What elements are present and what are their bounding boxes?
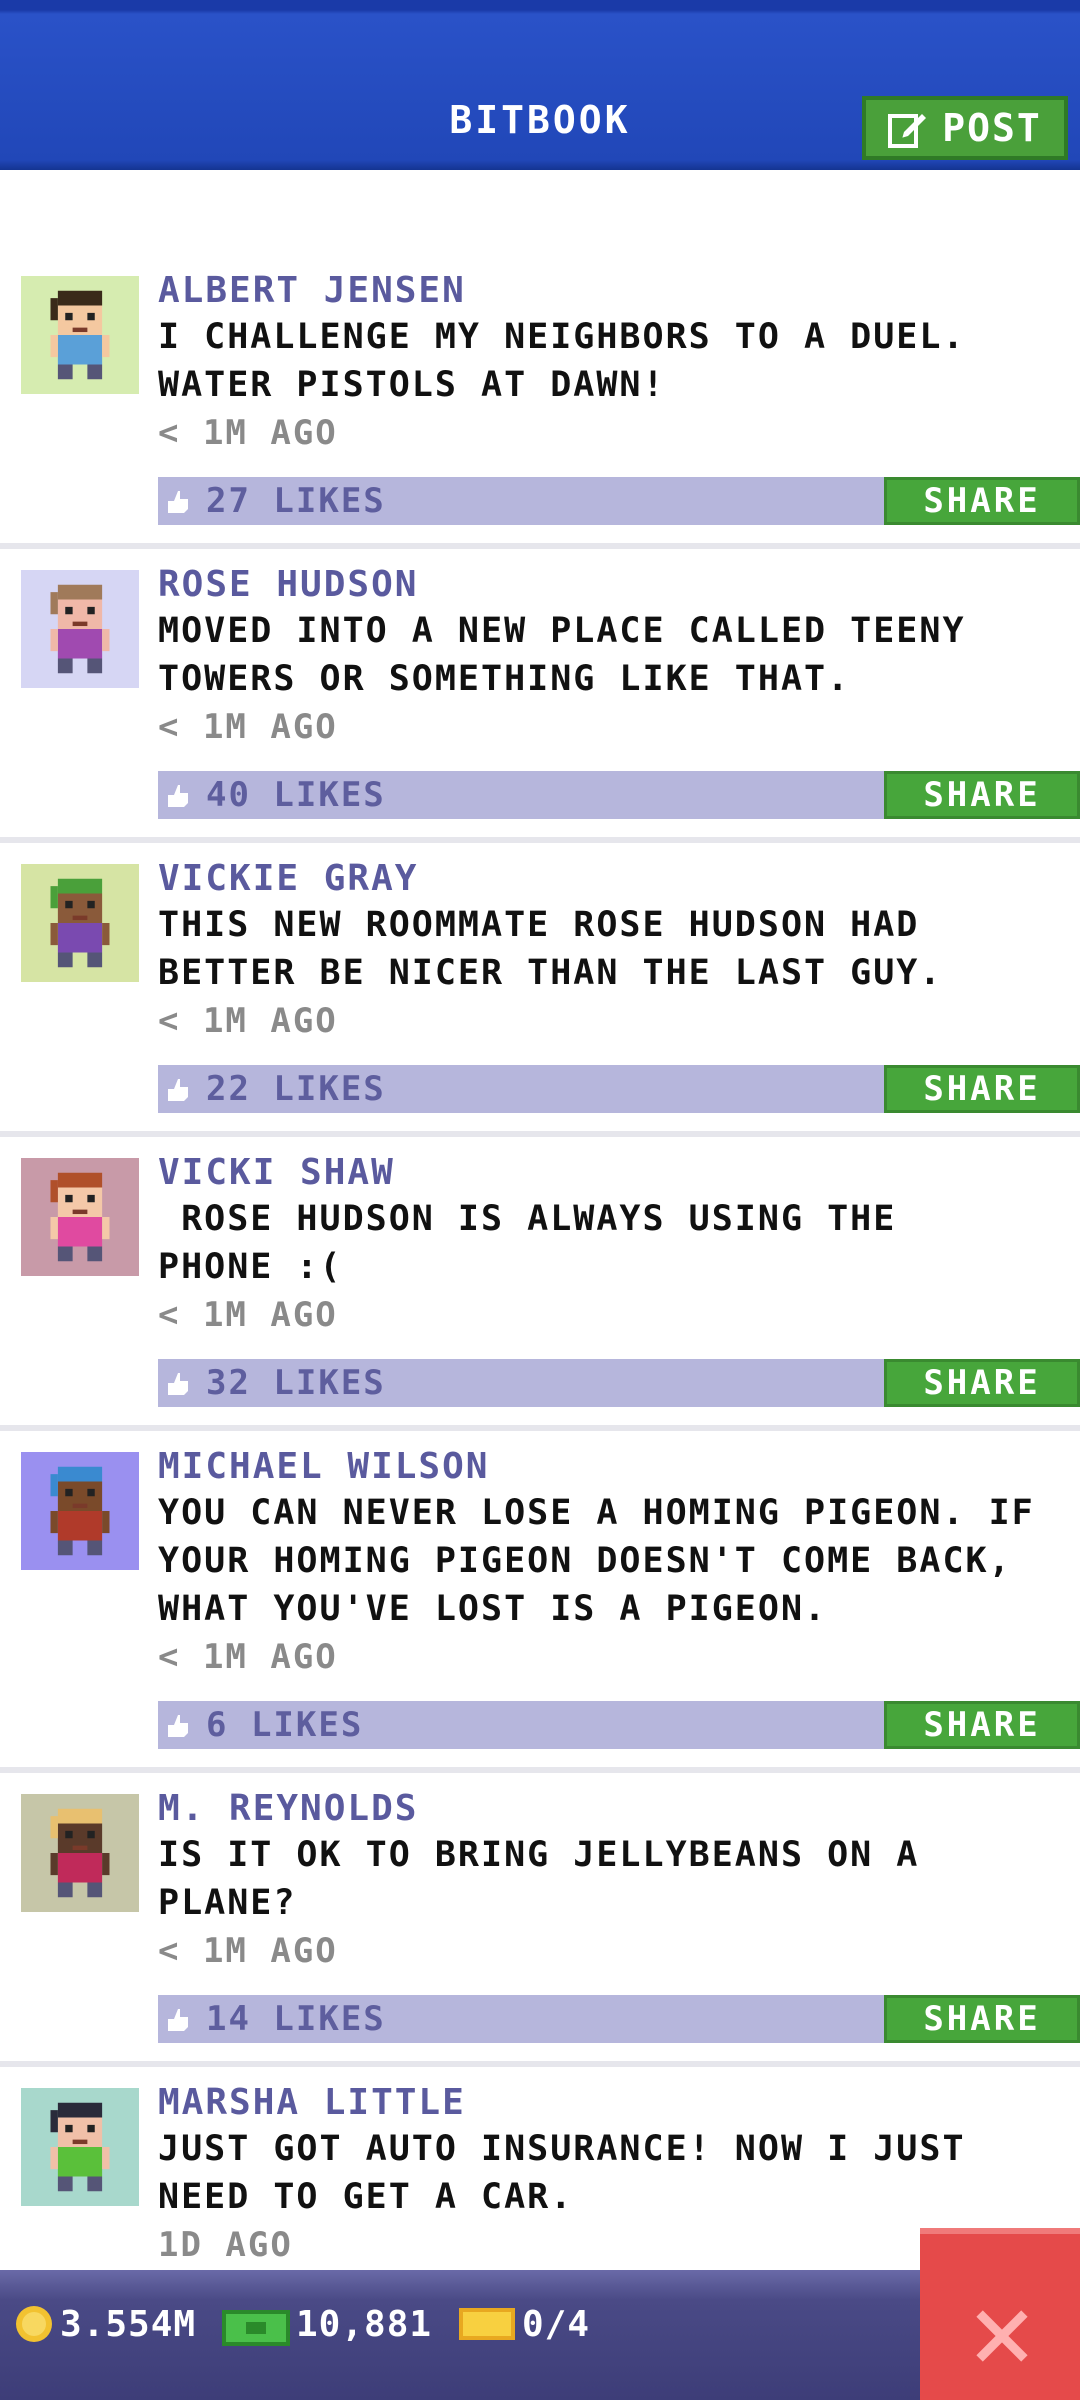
share-button[interactable]: SHARE bbox=[884, 1359, 1080, 1407]
post-text-line: I CHALLENGE MY NEIGHBORS TO A DUEL. bbox=[158, 317, 966, 357]
share-button[interactable]: SHARE bbox=[884, 477, 1080, 525]
avatar[interactable] bbox=[21, 570, 139, 688]
close-icon bbox=[976, 2310, 1028, 2362]
coin-icon bbox=[16, 2306, 52, 2342]
thumbs-up-icon bbox=[168, 1079, 188, 1101]
post-text-line: BETTER BE NICER THAN THE LAST GUY. bbox=[158, 953, 943, 993]
post-content: VICKI SHAW ROSE HUDSON IS ALWAYS USING T… bbox=[158, 1137, 1080, 1407]
post-author[interactable]: ROSE HUDSON bbox=[158, 563, 1060, 607]
post-content: VICKIE GRAY THIS NEW ROOMMATE ROSE HUDSON… bbox=[158, 843, 1080, 1113]
post-timestamp: < 1M AGO bbox=[158, 413, 338, 453]
likes-count: 32 LIKES bbox=[206, 1363, 386, 1403]
share-button[interactable]: SHARE bbox=[884, 1065, 1080, 1113]
post-author[interactable]: VICKIE GRAY bbox=[158, 857, 1060, 901]
avatar[interactable] bbox=[21, 1452, 139, 1570]
thumbs-up-icon bbox=[168, 1373, 188, 1395]
post-author[interactable]: MICHAEL WILSON bbox=[158, 1445, 1060, 1489]
likes-count: 6 LIKES bbox=[206, 1705, 364, 1745]
like-bar[interactable]: 32 LIKES SHARE bbox=[158, 1359, 1080, 1407]
likes-count: 22 LIKES bbox=[206, 1069, 386, 1109]
bux-stat: 10,881 bbox=[222, 2298, 432, 2350]
post-text-line: WATER PISTOLS AT DAWN! bbox=[158, 365, 666, 405]
edit-icon bbox=[888, 114, 927, 148]
post-text-line: WHAT YOU'VE LOST IS A PIGEON. bbox=[158, 1589, 828, 1629]
thumbs-up-icon bbox=[168, 1715, 188, 1737]
post-text-line: MOVED INTO A NEW PLACE CALLED TEENY bbox=[158, 611, 966, 651]
close-button[interactable] bbox=[920, 2228, 1080, 2400]
post-text-line: YOUR HOMING PIGEON DOESN'T COME BACK, bbox=[158, 1541, 1012, 1581]
post-text-line: JUST GOT AUTO INSURANCE! NOW I JUST bbox=[158, 2129, 966, 2169]
post-item: ALBERT JENSEN I CHALLENGE MY NEIGHBORS TO… bbox=[0, 255, 1080, 549]
post-content: ROSE HUDSON MOVED INTO A NEW PLACE CALLED… bbox=[158, 549, 1080, 819]
bux-icon bbox=[222, 2310, 290, 2346]
avatar-figure-icon bbox=[21, 276, 139, 394]
post-content: MICHAEL WILSON YOU CAN NEVER LOSE A HOMIN… bbox=[158, 1431, 1080, 1749]
avatar[interactable] bbox=[21, 1794, 139, 1912]
post-content: ALBERT JENSEN I CHALLENGE MY NEIGHBORS TO… bbox=[158, 255, 1080, 525]
ticket-icon bbox=[459, 2308, 515, 2340]
post-timestamp: < 1M AGO bbox=[158, 1295, 338, 1335]
avatar-figure-icon bbox=[21, 2088, 139, 2206]
post-text-line: NEED TO GET A CAR. bbox=[158, 2177, 574, 2217]
avatar-figure-icon bbox=[21, 864, 139, 982]
post-author[interactable]: M. REYNOLDS bbox=[158, 1787, 1060, 1831]
avatar-figure-icon bbox=[21, 1158, 139, 1276]
post-content: M. REYNOLDS IS IT OK TO BRING JELLYBEANS … bbox=[158, 1773, 1080, 2043]
like-bar[interactable]: 22 LIKES SHARE bbox=[158, 1065, 1080, 1113]
avatar[interactable] bbox=[21, 2088, 139, 2206]
avatar[interactable] bbox=[21, 1158, 139, 1276]
avatar-figure-icon bbox=[21, 1452, 139, 1570]
likes-count: 14 LIKES bbox=[206, 1999, 386, 2039]
like-bar[interactable]: 40 LIKES SHARE bbox=[158, 771, 1080, 819]
likes-count: 27 LIKES bbox=[206, 481, 386, 521]
post-text-line: IS IT OK TO BRING JELLYBEANS ON A bbox=[158, 1835, 920, 1875]
thumbs-up-icon bbox=[168, 785, 188, 807]
like-bar[interactable]: 6 LIKES SHARE bbox=[158, 1701, 1080, 1749]
avatar-figure-icon bbox=[21, 1794, 139, 1912]
post-text-line: PHONE :( bbox=[158, 1247, 343, 1287]
bottom-status-bar: 3.554M 10,881 0/4 bbox=[0, 2270, 1080, 2400]
post-text-line: ROSE HUDSON IS ALWAYS USING THE bbox=[158, 1199, 897, 1239]
post-timestamp: < 1M AGO bbox=[158, 1001, 338, 1041]
bux-value: 10,881 bbox=[296, 2303, 433, 2345]
likes-count: 40 LIKES bbox=[206, 775, 386, 815]
like-bar[interactable]: 14 LIKES SHARE bbox=[158, 1995, 1080, 2043]
post-item: VICKIE GRAY THIS NEW ROOMMATE ROSE HUDSON… bbox=[0, 843, 1080, 1137]
post-item: MARSHA LITTLE JUST GOT AUTO INSURANCE! NO… bbox=[0, 2067, 1080, 2269]
tickets-stat: 0/4 bbox=[458, 2298, 590, 2350]
tickets-value: 0/4 bbox=[522, 2303, 591, 2345]
avatar[interactable] bbox=[21, 864, 139, 982]
coins-stat: 3.554M bbox=[14, 2298, 196, 2350]
thumbs-up-icon bbox=[168, 491, 188, 513]
post-text-line: PLANE? bbox=[158, 1883, 297, 1923]
thumbs-up-icon bbox=[168, 2009, 188, 2031]
post-author[interactable]: MARSHA LITTLE bbox=[158, 2081, 1060, 2125]
post-author[interactable]: ALBERT JENSEN bbox=[158, 269, 1060, 313]
post-item: ROSE HUDSON MOVED INTO A NEW PLACE CALLED… bbox=[0, 549, 1080, 843]
coins-value: 3.554M bbox=[60, 2303, 197, 2345]
post-feed: ALBERT JENSEN I CHALLENGE MY NEIGHBORS TO… bbox=[0, 255, 1080, 2269]
post-author[interactable]: VICKI SHAW bbox=[158, 1151, 1060, 1195]
avatar-figure-icon bbox=[21, 570, 139, 688]
post-item: VICKI SHAW ROSE HUDSON IS ALWAYS USING T… bbox=[0, 1137, 1080, 1431]
post-item: MICHAEL WILSON YOU CAN NEVER LOSE A HOMIN… bbox=[0, 1431, 1080, 1773]
share-button[interactable]: SHARE bbox=[884, 1995, 1080, 2043]
post-timestamp: < 1M AGO bbox=[158, 1931, 338, 1971]
avatar[interactable] bbox=[21, 276, 139, 394]
post-text-line: TOWERS OR SOMETHING LIKE THAT. bbox=[158, 659, 851, 699]
post-button-label: POST bbox=[942, 106, 1042, 150]
like-bar[interactable]: 27 LIKES SHARE bbox=[158, 477, 1080, 525]
app-header: BITBOOK POST bbox=[0, 0, 1080, 170]
post-button[interactable]: POST bbox=[862, 96, 1068, 160]
share-button[interactable]: SHARE bbox=[884, 1701, 1080, 1749]
post-text-line: YOU CAN NEVER LOSE A HOMING PIGEON. IF bbox=[158, 1493, 1035, 1533]
post-timestamp: < 1M AGO bbox=[158, 707, 338, 747]
post-text-line: THIS NEW ROOMMATE ROSE HUDSON HAD bbox=[158, 905, 920, 945]
share-button[interactable]: SHARE bbox=[884, 771, 1080, 819]
post-timestamp: < 1M AGO bbox=[158, 1637, 338, 1677]
post-item: M. REYNOLDS IS IT OK TO BRING JELLYBEANS … bbox=[0, 1773, 1080, 2067]
